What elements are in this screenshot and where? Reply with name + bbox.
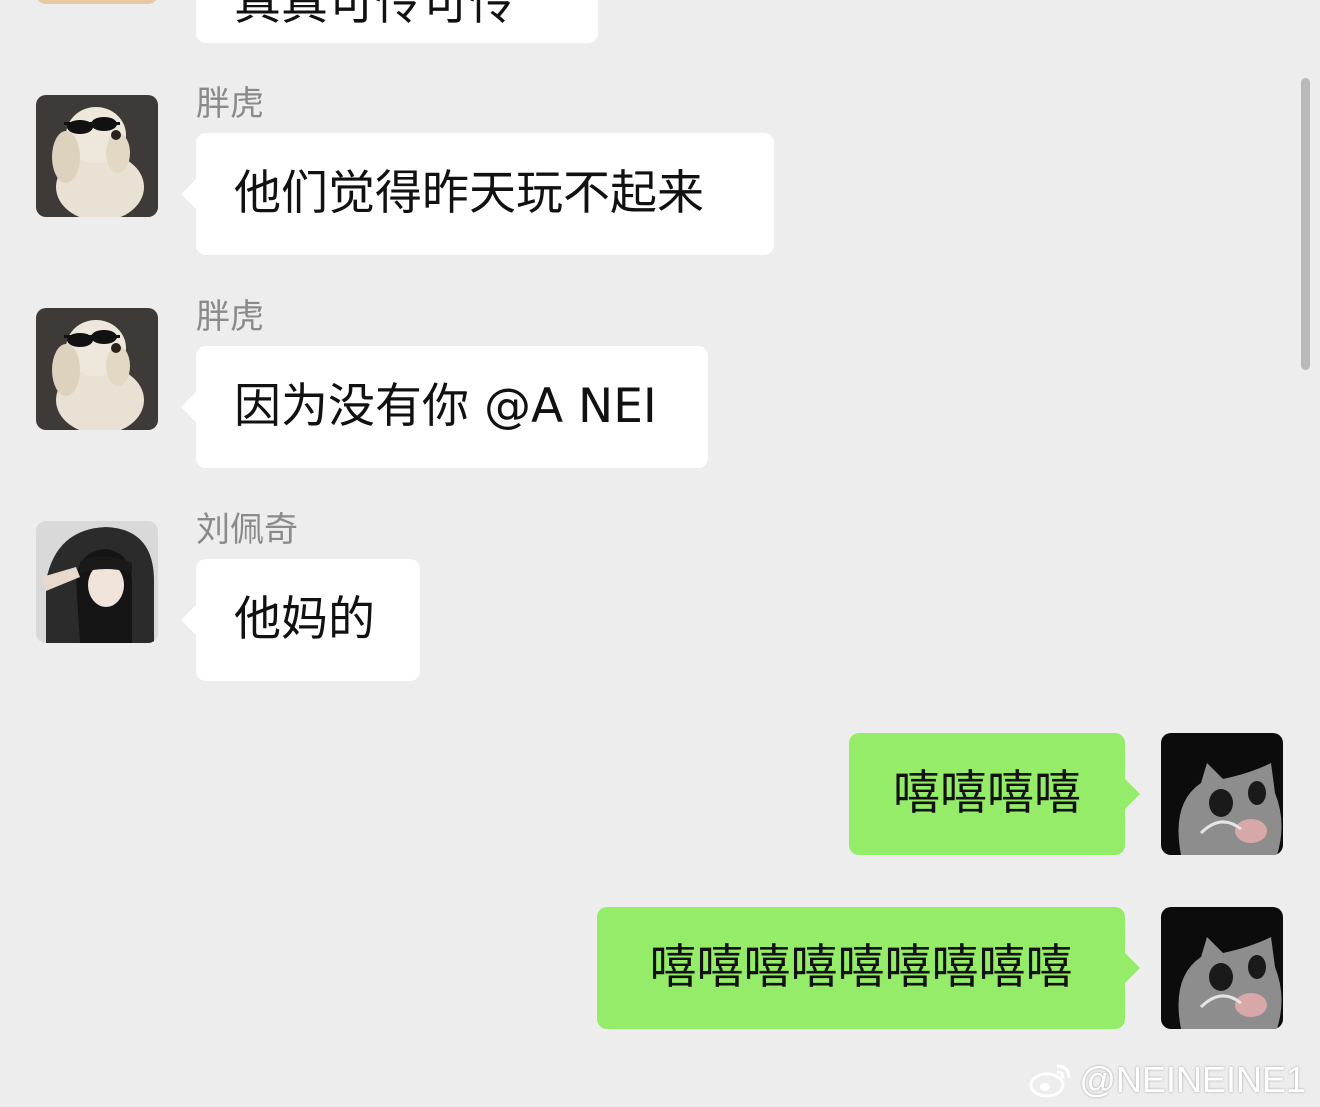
watermark: @NEINEINE1 bbox=[1029, 1056, 1306, 1104]
message-text: 他妈的 bbox=[234, 592, 375, 647]
weibo-icon bbox=[1029, 1064, 1071, 1098]
message-text: 嘻嘻嘻嘻 bbox=[893, 766, 1081, 821]
message-text: 他们觉得昨天玩不起来 bbox=[234, 166, 704, 221]
girl-hood-avatar[interactable] bbox=[36, 521, 158, 643]
sender-name: 刘佩奇 bbox=[196, 510, 298, 550]
message-text: 因为没有你 @A NEI bbox=[234, 379, 657, 434]
message-bubble-outgoing[interactable]: 嘻嘻嘻嘻 bbox=[849, 733, 1140, 855]
message-bubble[interactable]: 他妈的 bbox=[181, 559, 420, 681]
avatar[interactable] bbox=[36, 0, 158, 4]
message-text: 嘻嘻嘻嘻嘻嘻嘻嘻嘻 bbox=[649, 940, 1073, 995]
watermark-text: @NEINEINE1 bbox=[1079, 1059, 1306, 1100]
message-bubble[interactable]: 因为没有你 @A NEI bbox=[181, 346, 708, 468]
sender-name: 胖虎 bbox=[196, 297, 264, 337]
dog-sunglasses-avatar[interactable] bbox=[36, 95, 158, 217]
cat-meme-avatar[interactable] bbox=[1161, 907, 1283, 1029]
message-bubble-outgoing[interactable]: 嘻嘻嘻嘻嘻嘻嘻嘻嘻 bbox=[597, 907, 1140, 1029]
message-bubble-partial[interactable]: 真真可怜可怜 bbox=[196, 0, 598, 43]
message-text: 真真可怜可怜 bbox=[234, 0, 516, 31]
message-bubble[interactable]: 他们觉得昨天玩不起来 bbox=[181, 133, 774, 255]
dog-sunglasses-avatar[interactable] bbox=[36, 308, 158, 430]
sender-name: 胖虎 bbox=[196, 84, 264, 124]
cat-meme-avatar[interactable] bbox=[1161, 733, 1283, 855]
scrollbar[interactable] bbox=[1301, 78, 1310, 370]
